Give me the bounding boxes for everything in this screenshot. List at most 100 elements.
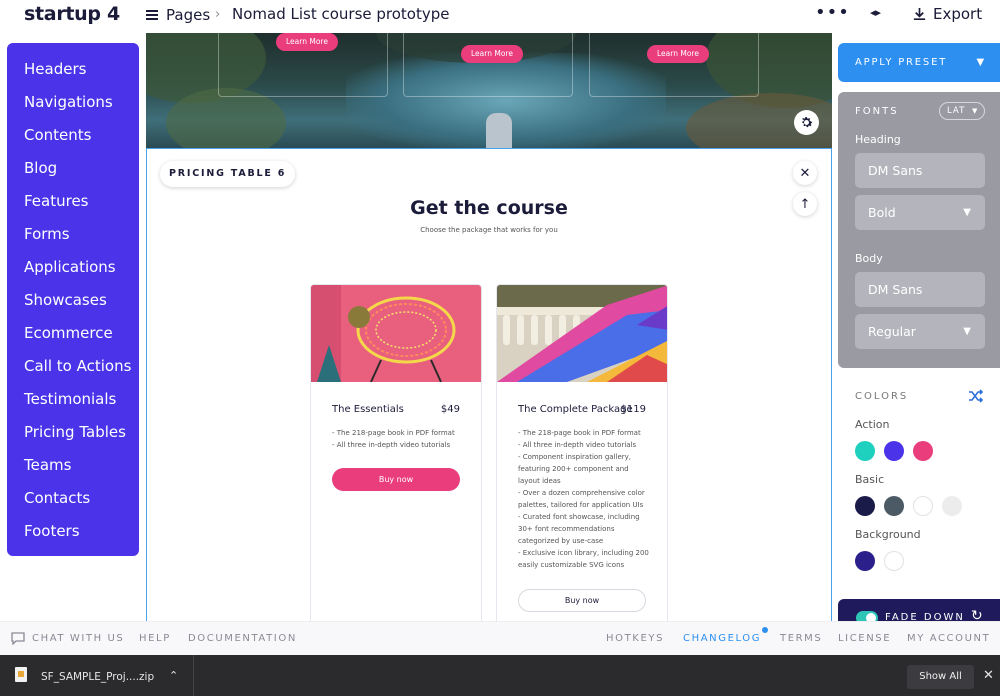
- heading-font-label: Heading: [855, 133, 901, 146]
- download-icon: [913, 7, 926, 20]
- more-options-button[interactable]: •••: [815, 2, 850, 23]
- card-feature[interactable]: - Component inspiration gallery,: [518, 451, 650, 463]
- action-color-swatch[interactable]: [855, 441, 875, 461]
- collapse-panels-button[interactable]: ◂▸: [870, 6, 881, 19]
- colors-label: COLORS: [855, 391, 909, 402]
- sidebar-item-blog[interactable]: Blog: [7, 157, 139, 190]
- card-image-chair[interactable]: [311, 285, 481, 382]
- hamburger-icon: [146, 10, 158, 20]
- help-link[interactable]: HELP: [139, 633, 171, 644]
- pages-menu-button[interactable]: Pages: [146, 6, 210, 24]
- card-feature[interactable]: - Curated font showcase, including: [518, 511, 650, 523]
- card-feature[interactable]: - The 218-page book in PDF format: [518, 427, 650, 439]
- card-feature[interactable]: - All three in-depth video tutorials: [518, 439, 650, 451]
- app-logo[interactable]: startup 4: [24, 3, 120, 25]
- buy-now-button[interactable]: Buy now: [332, 468, 460, 491]
- card-feature[interactable]: - All three in-depth video tutorials: [332, 439, 464, 451]
- card-plan-name[interactable]: The Complete Package: [518, 404, 633, 415]
- basic-color-swatch[interactable]: [913, 496, 933, 516]
- card-feature[interactable]: - Exclusive icon library, including 200: [518, 547, 650, 559]
- heading-weight-select[interactable]: Bold ▼: [855, 195, 985, 230]
- close-download-bar-icon[interactable]: ✕: [983, 668, 994, 683]
- sidebar-item-ecommerce[interactable]: Ecommerce: [7, 322, 139, 355]
- card-plan-price[interactable]: $119: [621, 404, 646, 415]
- sidebar-item-teams[interactable]: Teams: [7, 454, 139, 487]
- sidebar-item-showcases[interactable]: Showcases: [7, 289, 139, 322]
- font-charset-value: LAT: [947, 106, 966, 116]
- browser-download-bar: SF_SAMPLE_Proj....zip ⌃ Show All ✕: [0, 655, 1000, 696]
- block-label-badge: PRICING TABLE 6: [160, 161, 296, 187]
- terms-link[interactable]: TERMS: [780, 633, 822, 644]
- section-subtitle[interactable]: Choose the package that works for you: [147, 226, 831, 234]
- close-icon: ✕: [799, 165, 811, 181]
- chat-icon[interactable]: [11, 632, 25, 645]
- card-plan-price[interactable]: $49: [441, 404, 460, 415]
- buy-now-button[interactable]: Buy now: [518, 589, 646, 612]
- card-feature[interactable]: palettes, tailored for application UIs: [518, 499, 650, 511]
- sidebar-item-navigations[interactable]: Navigations: [7, 91, 139, 124]
- documentation-link[interactable]: DOCUMENTATION: [188, 633, 297, 644]
- card-feature[interactable]: - The 218-page book in PDF format: [332, 427, 464, 439]
- action-color-swatch[interactable]: [913, 441, 933, 461]
- background-colors-label: Background: [855, 528, 921, 541]
- page-canvas: Learn More Learn More Learn More PRICING…: [146, 33, 832, 621]
- body-weight-select[interactable]: Regular ▼: [855, 314, 985, 349]
- apply-preset-button[interactable]: APPLY PRESET ▼: [838, 43, 1000, 82]
- basic-color-swatch[interactable]: [942, 496, 962, 516]
- block-settings-button[interactable]: [794, 110, 819, 135]
- basic-color-swatch[interactable]: [855, 496, 875, 516]
- card-feature[interactable]: easily customizable SVG icons: [518, 559, 650, 571]
- learn-more-button[interactable]: Learn More: [461, 45, 523, 63]
- body-font-select[interactable]: DM Sans: [855, 272, 985, 307]
- card-feature[interactable]: - Over a dozen comprehensive color: [518, 487, 650, 499]
- zip-file-icon: [15, 667, 27, 682]
- hero-card-outline: [403, 33, 573, 97]
- heading-weight-value: Bold: [868, 205, 896, 220]
- card-feature[interactable]: categorized by use-case: [518, 535, 650, 547]
- sidebar-item-headers[interactable]: Headers: [7, 58, 139, 91]
- chevron-down-icon: ▼: [976, 57, 986, 68]
- sidebar-item-contacts[interactable]: Contacts: [7, 487, 139, 520]
- learn-more-button[interactable]: Learn More: [647, 45, 709, 63]
- learn-more-button[interactable]: Learn More: [276, 33, 338, 51]
- sidebar-item-features[interactable]: Features: [7, 190, 139, 223]
- heading-font-select[interactable]: DM Sans: [855, 153, 985, 188]
- background-color-swatch[interactable]: [884, 551, 904, 571]
- show-all-downloads-button[interactable]: Show All: [907, 665, 974, 689]
- sidebar-item-contents[interactable]: Contents: [7, 124, 139, 157]
- project-title[interactable]: Nomad List course prototype: [232, 5, 450, 23]
- export-button[interactable]: Export: [912, 5, 982, 23]
- download-divider: [193, 655, 194, 696]
- close-block-button[interactable]: ✕: [793, 161, 817, 185]
- hero-card-outline: [589, 33, 759, 97]
- hero-block-image[interactable]: Learn More Learn More Learn More: [146, 33, 832, 149]
- shuffle-icon[interactable]: [968, 389, 984, 403]
- basic-color-swatch[interactable]: [884, 496, 904, 516]
- hotkeys-link[interactable]: HOTKEYS: [606, 633, 664, 644]
- card-feature[interactable]: featuring 200+ component and: [518, 463, 650, 475]
- card-feature[interactable]: layout ideas: [518, 475, 650, 487]
- sidebar-item-applications[interactable]: Applications: [7, 256, 139, 289]
- download-file-name[interactable]: SF_SAMPLE_Proj....zip: [41, 671, 154, 683]
- license-link[interactable]: LICENSE: [838, 633, 891, 644]
- sidebar-item-call-to-actions[interactable]: Call to Actions: [7, 355, 139, 388]
- action-color-swatch[interactable]: [884, 441, 904, 461]
- sidebar-item-footers[interactable]: Footers: [7, 520, 139, 553]
- my-account-link[interactable]: MY ACCOUNT: [907, 633, 990, 644]
- sidebar-item-pricing-tables[interactable]: Pricing Tables: [7, 421, 139, 454]
- changelog-link[interactable]: CHANGELOG: [683, 633, 761, 644]
- sidebar-item-testimonials[interactable]: Testimonials: [7, 388, 139, 421]
- fonts-label: FONTS: [855, 106, 899, 117]
- chevron-up-icon[interactable]: ⌃: [169, 669, 178, 682]
- section-title[interactable]: Get the course: [147, 197, 831, 219]
- font-charset-select[interactable]: LAT ▼: [939, 102, 985, 120]
- pages-label: Pages: [166, 6, 211, 24]
- pricing-table-block[interactable]: PRICING TABLE 6 ✕ ↑ Get the course Choos…: [146, 148, 832, 621]
- chat-with-us-link[interactable]: CHAT WITH US: [32, 633, 124, 644]
- footer-bar: CHAT WITH US HELP DOCUMENTATION HOTKEYS …: [0, 621, 1000, 655]
- card-feature[interactable]: 30+ font recommendations: [518, 523, 650, 535]
- card-image-staircase[interactable]: [497, 285, 667, 382]
- card-plan-name[interactable]: The Essentials: [332, 404, 404, 415]
- background-color-swatch[interactable]: [855, 551, 875, 571]
- sidebar-item-forms[interactable]: Forms: [7, 223, 139, 256]
